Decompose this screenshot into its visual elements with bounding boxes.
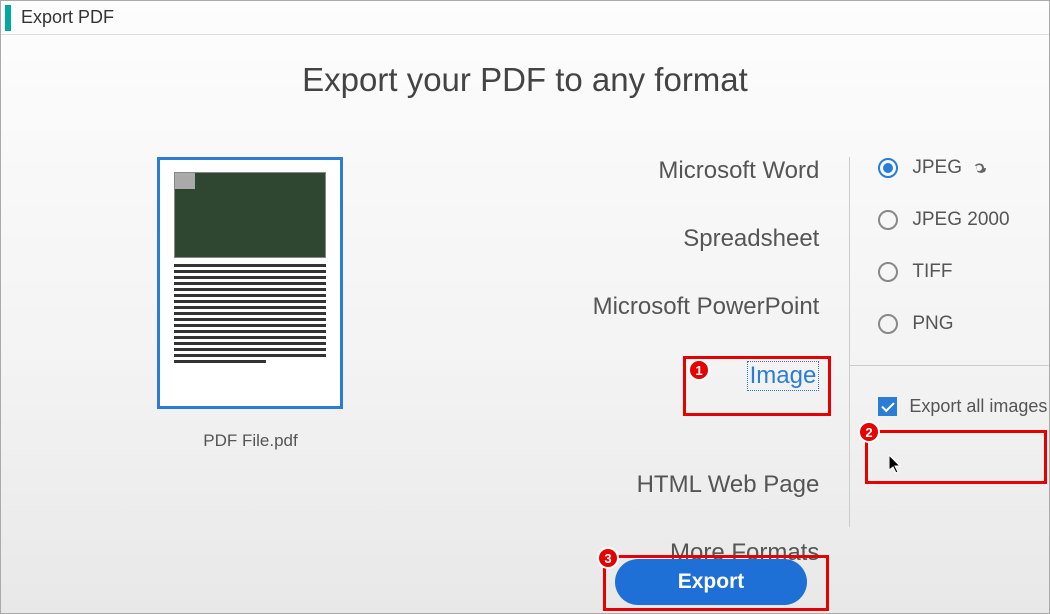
radio-label: PNG (912, 313, 953, 335)
callout-number-1: 1 (688, 359, 710, 381)
accent-bar (5, 5, 11, 31)
page-title: Export your PDF to any format (1, 61, 1049, 99)
file-name: PDF File.pdf (203, 431, 297, 451)
export-button[interactable]: Export (615, 559, 807, 605)
thumbnail-image (174, 172, 326, 258)
radio-label: JPEG 2000 (912, 209, 1009, 231)
radio-icon (878, 210, 898, 230)
format-image[interactable]: Image (747, 361, 820, 391)
radio-tiff[interactable]: TIFF (878, 261, 1049, 283)
pdf-thumbnail[interactable] (157, 157, 343, 409)
format-word[interactable]: Microsoft Word (500, 157, 819, 185)
header: Export PDF (1, 1, 1049, 35)
checkbox-icon (878, 397, 897, 416)
format-html[interactable]: HTML Web Page (500, 471, 819, 499)
thumbnail-text-lines (174, 264, 326, 366)
radio-icon (878, 158, 898, 178)
callout-number-2: 2 (858, 421, 880, 443)
image-options: JPEG JPEG 2000 TIFF PNG Export all image… (849, 157, 1049, 527)
checkbox-label: Export all images (909, 396, 1047, 417)
format-list: Microsoft Word Spreadsheet Microsoft Pow… (500, 157, 849, 607)
content-area: PDF File.pdf Microsoft Word Spreadsheet … (1, 157, 1049, 607)
panel-title: Export PDF (21, 7, 114, 28)
radio-png[interactable]: PNG (878, 313, 1049, 335)
radio-icon (878, 314, 898, 334)
format-spreadsheet[interactable]: Spreadsheet (500, 225, 819, 253)
radio-label: JPEG (912, 157, 962, 179)
thumbnail-column: PDF File.pdf (1, 157, 500, 607)
checkbox-export-all[interactable]: Export all images (878, 396, 1049, 417)
radio-label: TIFF (912, 261, 952, 283)
divider (850, 365, 1049, 366)
radio-jpeg2000[interactable]: JPEG 2000 (878, 209, 1049, 231)
callout-number-3: 3 (597, 547, 619, 569)
gear-icon[interactable] (970, 159, 988, 177)
radio-icon (878, 262, 898, 282)
format-powerpoint[interactable]: Microsoft PowerPoint (500, 293, 819, 321)
radio-jpeg[interactable]: JPEG (878, 157, 1049, 179)
